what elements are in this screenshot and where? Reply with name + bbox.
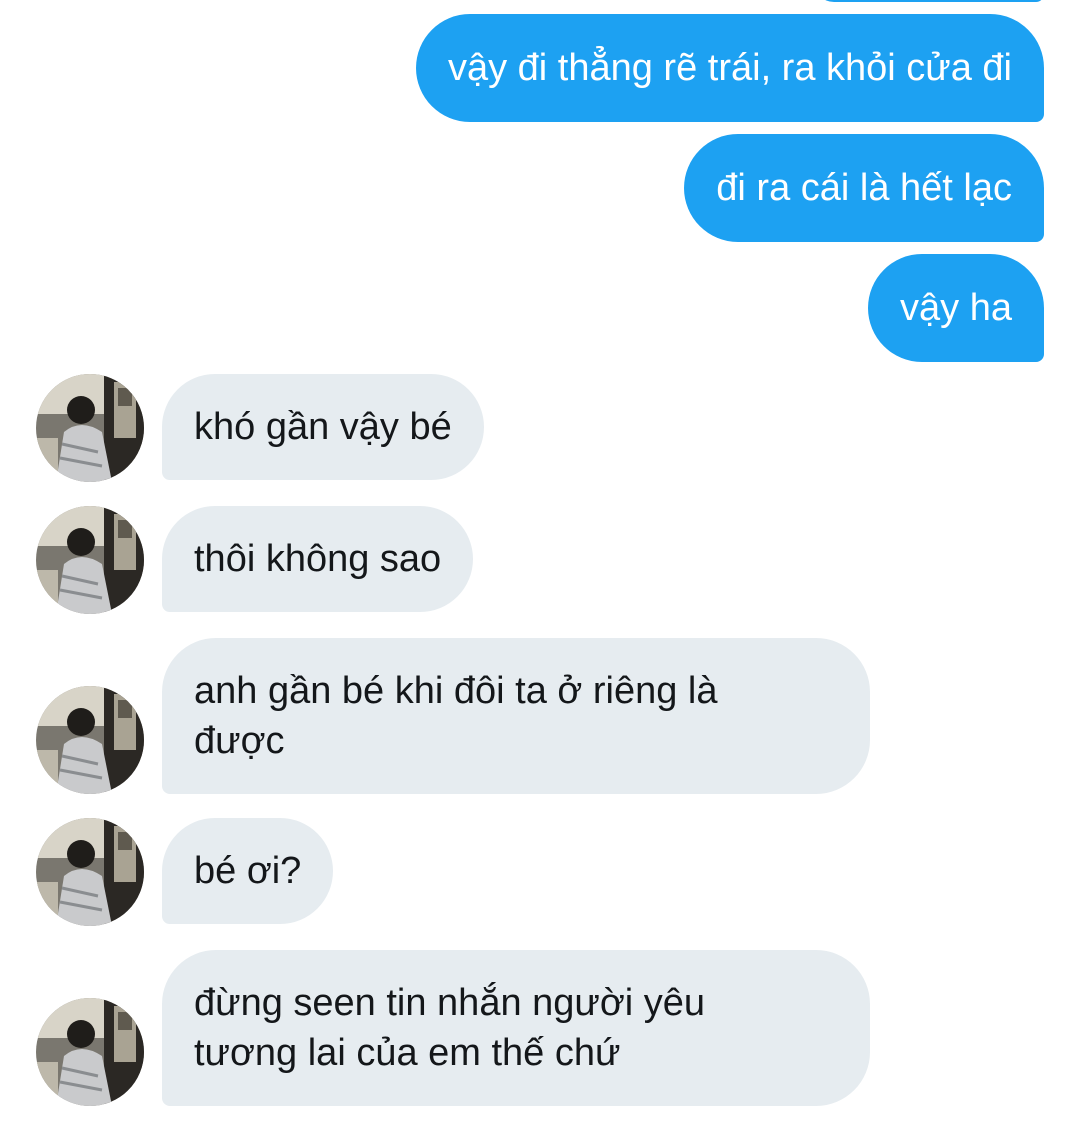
incoming-message[interactable]: thôi không sao xyxy=(162,506,474,612)
contact-avatar[interactable] xyxy=(36,374,144,482)
avatar-photo-icon xyxy=(36,998,144,1106)
avatar-photo-icon xyxy=(36,506,144,614)
contact-avatar[interactable] xyxy=(36,686,144,794)
avatar-photo-icon xyxy=(36,686,144,794)
incoming-message[interactable]: anh gần bé khi đôi ta ở riêng là được xyxy=(162,638,870,794)
incoming-message[interactable]: bé ơi? xyxy=(162,818,334,924)
outgoing-message[interactable]: vậy đi thẳng rẽ trái, ra khỏi cửa đi xyxy=(415,14,1044,122)
incoming-message[interactable]: đừng seen tin nhắn người yêu tương lai c… xyxy=(162,950,870,1106)
outgoing-message[interactable]: đi ra cái là hết lạc xyxy=(684,134,1044,242)
contact-avatar[interactable] xyxy=(36,506,144,614)
message-thread: vậy đi thẳng rẽ trái, ra khỏi cửa đi đi … xyxy=(0,0,1080,1142)
incoming-message[interactable]: khó gần vậy bé xyxy=(162,374,484,480)
contact-avatar[interactable] xyxy=(36,818,144,926)
avatar-photo-icon xyxy=(36,374,144,482)
contact-avatar[interactable] xyxy=(36,998,144,1106)
previous-outgoing-message-edge xyxy=(814,0,1044,2)
avatar-photo-icon xyxy=(36,818,144,926)
outgoing-message[interactable]: vậy ha xyxy=(868,254,1044,362)
